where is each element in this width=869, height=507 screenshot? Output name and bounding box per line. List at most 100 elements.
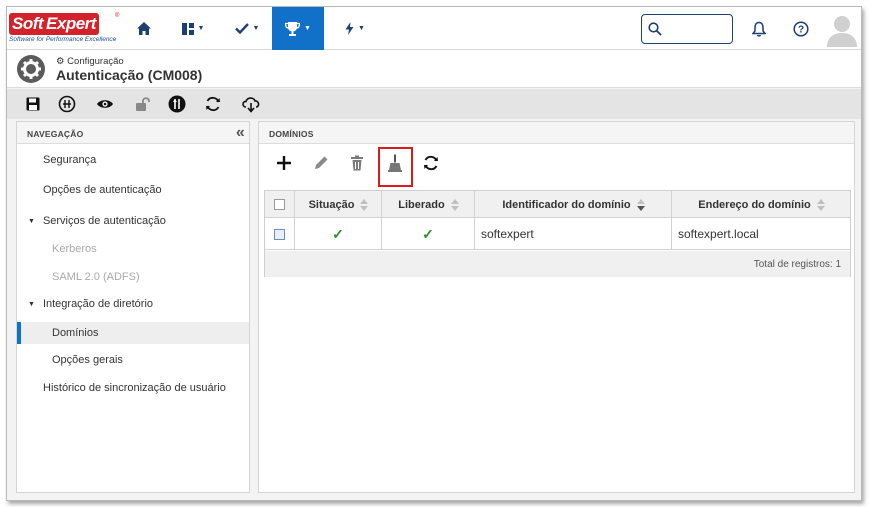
column-header-identificador[interactable]: Identificador do domínio bbox=[475, 191, 672, 218]
column-header-label: Liberado bbox=[398, 198, 445, 211]
logo-tagline: Software for Performance Excellence bbox=[9, 36, 117, 43]
navigation-panel: NAVEGAÇÃO « Segurança Opções de autentic… bbox=[16, 121, 250, 493]
logo-soft-text: Soft bbox=[9, 13, 47, 35]
nav-item-dominios[interactable]: Domínios bbox=[17, 322, 249, 344]
endereco-cell: softexpert.local bbox=[678, 227, 759, 241]
nav-item-label: Kerberos bbox=[52, 243, 97, 255]
liberado-check-icon: ✓ bbox=[382, 218, 475, 250]
save-icon bbox=[26, 97, 40, 111]
application-window: Soft Expert ® Software for Performance Ex… bbox=[6, 6, 862, 501]
edit-button[interactable] bbox=[308, 150, 334, 176]
refresh-button[interactable] bbox=[203, 94, 223, 114]
add-button[interactable] bbox=[271, 150, 297, 176]
domains-table: Situação Liberado Identificador do domín… bbox=[264, 190, 851, 277]
column-header-situacao[interactable]: Situação bbox=[295, 191, 382, 218]
nav-item-label: Integração de diretório bbox=[42, 298, 154, 310]
column-header-liberado[interactable]: Liberado bbox=[382, 191, 475, 218]
history-button[interactable] bbox=[57, 94, 77, 114]
user-silhouette-icon bbox=[827, 16, 857, 47]
refresh-icon bbox=[424, 155, 438, 171]
nav-item-seguranca[interactable]: Segurança bbox=[17, 149, 249, 171]
unlock-button[interactable] bbox=[133, 94, 153, 114]
identificador-cell: softexpert bbox=[475, 218, 672, 250]
broom-icon bbox=[388, 154, 402, 172]
refresh-icon bbox=[206, 96, 220, 112]
nav-item-kerberos: Kerberos bbox=[17, 238, 249, 260]
breadcrumb[interactable]: ⚙ Configuração bbox=[56, 56, 124, 67]
info-button[interactable] bbox=[167, 94, 187, 114]
nav-actions-menu[interactable]: ▼ bbox=[337, 7, 373, 50]
nav-item-opcoes-gerais[interactable]: Opções gerais bbox=[17, 349, 249, 371]
nav-trophy-menu[interactable]: ▼ bbox=[272, 7, 324, 50]
nav-item-integracao-diretorio[interactable]: ▼ Integração de diretório bbox=[17, 293, 249, 315]
nav-item-opcoes-autenticacao[interactable]: Opções de autenticação bbox=[17, 179, 249, 201]
logo-expert-text: Expert bbox=[46, 13, 99, 35]
softexpert-logo[interactable]: Soft Expert ® Software for Performance Ex… bbox=[9, 13, 121, 47]
history-icon bbox=[58, 95, 76, 113]
search-input[interactable] bbox=[641, 14, 733, 44]
sort-icon bbox=[360, 198, 369, 211]
nav-item-historico-sincronizacao[interactable]: Histórico de sincronização de usuário bbox=[17, 377, 249, 399]
nav-item-label: Opções gerais bbox=[52, 354, 123, 366]
cloud-download-button[interactable] bbox=[241, 94, 261, 114]
trophy-icon bbox=[285, 21, 301, 36]
add-icon bbox=[277, 156, 291, 170]
unlock-icon bbox=[136, 97, 150, 111]
nav-item-label: Segurança bbox=[43, 154, 97, 166]
select-all-cell bbox=[265, 191, 295, 218]
main-toolbar bbox=[7, 89, 861, 119]
caret-down-icon: ▼ bbox=[358, 25, 365, 32]
navigation-heading-label: NAVEGAÇÃO bbox=[27, 129, 84, 139]
home-icon bbox=[137, 22, 151, 35]
caret-down-icon: ▼ bbox=[252, 25, 260, 32]
select-all-checkbox[interactable] bbox=[274, 199, 285, 210]
nav-tasks-menu[interactable]: ▼ bbox=[227, 7, 267, 50]
refresh-list-button[interactable] bbox=[418, 150, 444, 176]
bolt-icon bbox=[345, 22, 354, 35]
row-select-cell bbox=[265, 218, 295, 250]
nav-dashboard-menu[interactable]: ▼ bbox=[173, 7, 213, 50]
sort-icon bbox=[816, 198, 825, 211]
page-header: ⚙ Configuração Autenticação (CM008) bbox=[7, 50, 861, 88]
expand-triangle-icon[interactable]: ▼ bbox=[28, 218, 35, 225]
nav-item-servicos-autenticacao[interactable]: ▼ Serviços de autenticação bbox=[17, 210, 249, 232]
situacao-check-icon: ✓ bbox=[295, 218, 382, 250]
page-title: Autenticação (CM008) bbox=[56, 67, 203, 83]
domains-panel: DOMÍNIOS Situação Liberado Identificador… bbox=[258, 121, 855, 493]
table-footer: Total de registros: 1 bbox=[265, 251, 850, 277]
dashboard-icon bbox=[181, 22, 194, 35]
edit-pencil-icon bbox=[315, 156, 328, 169]
delete-button[interactable] bbox=[344, 150, 370, 176]
nav-item-label: SAML 2.0 (ADFS) bbox=[52, 271, 140, 283]
small-gear-icon: ⚙ bbox=[56, 56, 65, 67]
navigation-heading: NAVEGAÇÃO « bbox=[17, 122, 249, 144]
checkmark-icon bbox=[234, 23, 249, 34]
cloud-download-icon bbox=[242, 97, 260, 113]
svg-text:?: ? bbox=[798, 24, 804, 35]
clean-button[interactable] bbox=[382, 150, 408, 176]
help-icon: ? bbox=[793, 20, 809, 37]
save-button[interactable] bbox=[23, 94, 43, 114]
sort-descending-icon bbox=[636, 198, 645, 211]
column-header-endereco[interactable]: Endereço do domínio bbox=[672, 191, 850, 218]
nav-item-label: Opções de autenticação bbox=[43, 184, 162, 196]
nav-item-label: Domínios bbox=[52, 327, 99, 339]
collapse-panel-icon[interactable]: « bbox=[236, 124, 245, 142]
caret-down-icon: ▼ bbox=[197, 25, 205, 32]
column-header-label: Situação bbox=[308, 198, 355, 211]
table-row[interactable]: ✓ ✓ softexpert softexpert.local bbox=[265, 218, 850, 250]
help-button[interactable]: ? bbox=[789, 7, 813, 50]
notifications-button[interactable] bbox=[747, 7, 771, 50]
column-header-label: Identificador do domínio bbox=[502, 198, 631, 211]
info-icon bbox=[168, 95, 186, 113]
expand-triangle-icon[interactable]: ▼ bbox=[28, 301, 35, 308]
view-button[interactable] bbox=[95, 94, 115, 114]
trash-icon bbox=[351, 155, 363, 171]
nav-home-button[interactable] bbox=[129, 7, 159, 50]
top-navbar: Soft Expert ® Software for Performance Ex… bbox=[7, 7, 861, 50]
table-header-row: Situação Liberado Identificador do domín… bbox=[265, 191, 850, 218]
user-avatar[interactable] bbox=[825, 13, 859, 47]
bell-icon bbox=[752, 21, 766, 37]
row-checkbox[interactable] bbox=[274, 228, 285, 240]
total-records-label: Total de registros: 1 bbox=[753, 258, 841, 270]
